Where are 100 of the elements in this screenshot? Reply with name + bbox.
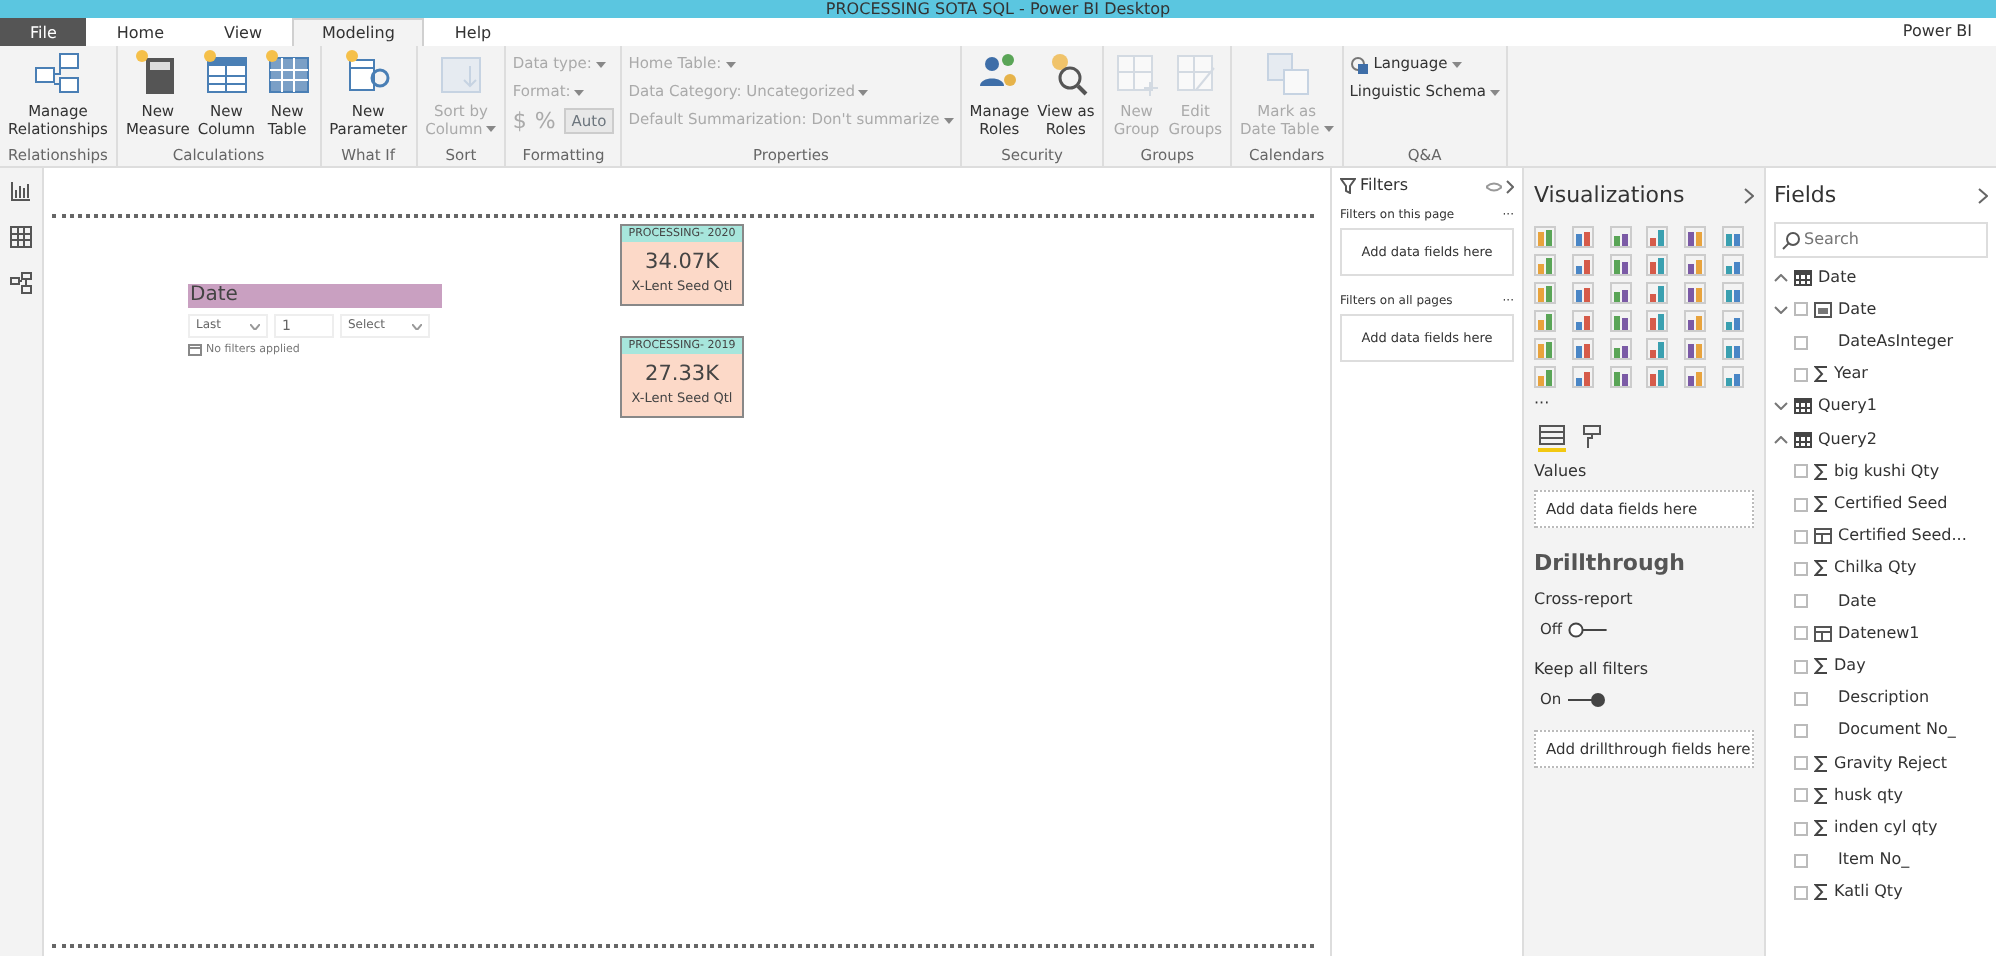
visual-type-icon[interactable] [1646,253,1669,275]
visual-type-icon[interactable] [1534,365,1556,387]
chevron-down-icon[interactable] [1774,305,1788,314]
visual-type-icon[interactable] [1684,225,1707,247]
visual-type-icon[interactable] [1609,309,1632,331]
field-row[interactable]: Year [1774,358,1988,391]
checkbox[interactable] [1794,853,1808,868]
more-visuals-button[interactable]: ··· [1534,391,1754,415]
checkbox[interactable] [1794,691,1808,706]
field-row[interactable]: husk qty [1774,779,1988,812]
visual-type-icon[interactable] [1534,337,1556,359]
field-table-row[interactable]: Query2 [1774,423,1988,456]
field-row[interactable]: Document No_ [1774,714,1988,748]
field-row[interactable]: Certified Seed... [1774,520,1988,553]
checkbox[interactable] [1794,561,1808,576]
chevron-right-icon[interactable] [1978,188,1988,205]
visual-type-icon[interactable] [1646,365,1669,387]
checkbox[interactable] [1794,821,1808,836]
field-row[interactable]: Day [1774,649,1988,683]
field-table-row[interactable]: Date [1774,261,1988,294]
ribbon-tab[interactable]: View [194,18,292,46]
field-row[interactable]: Datenew1 [1774,617,1988,650]
visual-type-icon[interactable] [1646,225,1669,247]
visual-type-icon[interactable] [1609,281,1632,303]
visual-type-icon[interactable] [1646,337,1669,359]
field-row[interactable]: Katli Qty [1774,876,1988,910]
chevron-up-icon[interactable] [1774,435,1788,444]
visual-type-icon[interactable] [1722,337,1745,359]
chevron-up-icon[interactable] [1774,273,1788,282]
visual-type-icon[interactable] [1684,337,1707,359]
field-row[interactable]: inden cyl qty [1774,811,1988,845]
field-row[interactable]: Date [1774,585,1988,618]
visual-type-icon[interactable] [1609,365,1632,387]
visual-type-icon[interactable] [1722,309,1745,331]
checkbox[interactable] [1794,788,1808,803]
visual-type-icon[interactable] [1722,365,1745,387]
checkbox[interactable] [1794,335,1808,349]
field-row[interactable]: Description [1774,682,1988,715]
checkbox[interactable] [1794,529,1808,544]
visual-type-icon[interactable] [1571,281,1594,303]
visual-type-icon[interactable] [1609,337,1632,359]
field-row[interactable]: Date [1774,293,1988,326]
checkbox[interactable] [1794,659,1808,674]
paint-roller-icon[interactable] [1582,423,1602,449]
visual-type-icon[interactable] [1684,281,1707,303]
checkbox[interactable] [1794,497,1808,512]
toggle-switch[interactable] [1567,691,1608,708]
field-row[interactable]: Item No_ [1774,844,1988,877]
visual-type-icon[interactable] [1646,281,1669,303]
visual-type-icon[interactable] [1534,253,1556,275]
model-view-icon[interactable] [10,272,32,294]
visual-type-icon[interactable] [1571,253,1594,275]
visual-type-icon[interactable] [1534,309,1556,331]
fields-tab-icon[interactable] [1538,423,1566,451]
field-row[interactable]: DateAsInteger [1774,325,1988,359]
field-row[interactable]: Chilka Qty [1774,552,1988,586]
table-calculator-icon [1814,528,1832,545]
visual-type-icon[interactable] [1571,309,1594,331]
visual-type-icon[interactable] [1571,337,1594,359]
chevron-right-icon[interactable] [1506,179,1514,193]
chevron-down-icon[interactable] [1774,402,1788,411]
checkbox[interactable] [1794,367,1808,382]
visual-type-icon[interactable] [1534,281,1556,303]
visual-type-icon[interactable] [1534,225,1556,247]
checkbox[interactable] [1794,626,1808,641]
toggle-label: Cross-report [1534,588,1635,612]
chevron-right-icon[interactable] [1744,188,1754,205]
data-grid-icon[interactable] [10,226,32,248]
visual-type-icon[interactable] [1609,253,1632,275]
visual-type-icon[interactable] [1684,365,1707,387]
field-row[interactable]: Gravity Reject [1774,747,1988,780]
visual-type-icon[interactable] [1722,281,1745,303]
visual-type-icon[interactable] [1571,365,1594,387]
file-menu-tab[interactable]: File [0,18,87,46]
toggle-switch[interactable] [1568,621,1609,638]
checkbox[interactable] [1794,302,1808,317]
checkbox[interactable] [1794,723,1808,738]
visual-type-icon[interactable] [1646,309,1669,331]
checkbox[interactable] [1794,594,1808,609]
calendar-icon [1814,301,1832,318]
field-row[interactable]: big kushi Qty [1774,455,1988,488]
ribbon-tab[interactable]: Help [424,18,522,46]
visual-type-icon[interactable] [1684,309,1707,331]
ribbon-tab[interactable]: Modeling [292,18,425,46]
report-view-icon[interactable] [10,180,32,202]
checkbox[interactable] [1794,756,1808,771]
visual-type-icon[interactable] [1722,225,1745,247]
visual-type-icon[interactable] [1571,225,1594,247]
visual-type-icon[interactable] [1609,225,1632,247]
toggle-label: Keep all filters [1534,658,1650,683]
checkbox[interactable] [1794,464,1808,479]
field-table-row[interactable]: Query1 [1774,390,1988,424]
sum-icon [1814,658,1828,675]
visual-type-icon[interactable] [1722,253,1745,275]
field-row[interactable]: Certified Seed [1774,487,1988,521]
visual-type-icon[interactable] [1684,253,1707,275]
checkbox[interactable] [1794,885,1808,900]
ribbon-tab[interactable]: Home [86,18,195,46]
search-field[interactable]: Search [1774,221,1988,257]
account-label[interactable]: Power BI [1902,20,1996,44]
